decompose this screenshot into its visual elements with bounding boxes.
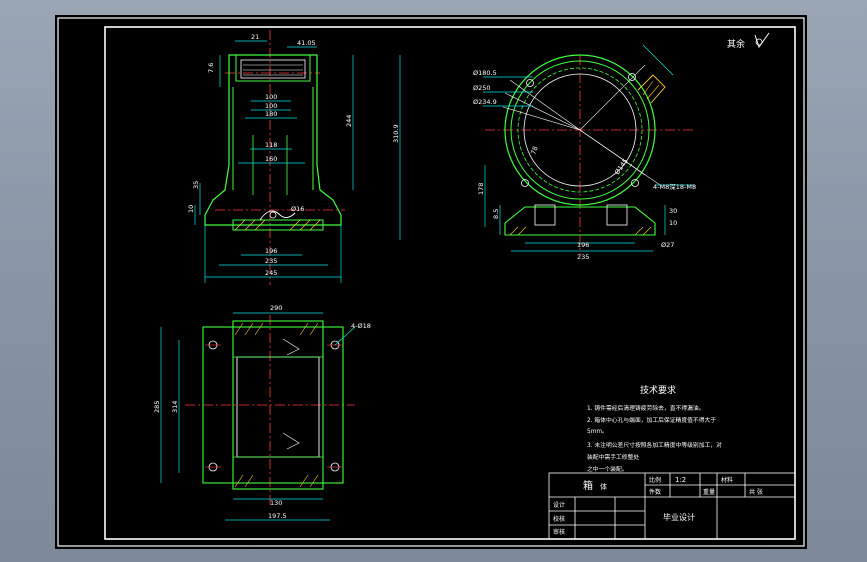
dim-10: 10	[187, 205, 195, 213]
top-hole-callout: 4-Ø18	[351, 322, 371, 330]
dim-160: 160	[265, 155, 277, 163]
dim-30: 30	[669, 207, 677, 215]
dim-100b: 100	[265, 102, 277, 110]
weight-label: 重量	[703, 488, 715, 496]
sheet-label: 共 张	[749, 488, 763, 496]
cad-drawing-sheet: 其余 21 41.05 7.6 100 100 180 118 160 244 …	[57, 17, 805, 547]
material-label: 材料	[721, 476, 733, 484]
scale-value: 1:2	[675, 476, 686, 484]
tech-line: 之中一个装配。	[587, 465, 628, 473]
scale-label: 比例	[649, 476, 661, 484]
dim-10-side: 10	[669, 219, 677, 227]
dim-235: 235	[265, 257, 277, 265]
dim-314: 314	[171, 401, 179, 413]
tech-line: 1. 铸件需经后清理铸疲劳除去，直不得漏油。	[587, 404, 705, 412]
dim-phi250: Ø250	[473, 84, 491, 92]
dim-phi180-5: Ø180.5	[473, 69, 497, 77]
dim-244: 244	[345, 115, 353, 127]
dim-35: 35	[192, 181, 200, 189]
review-label: 审核	[553, 528, 565, 536]
dim-197-5: 197.5	[268, 512, 287, 520]
dim-285: 285	[153, 401, 161, 413]
dim-196-side: 196	[577, 241, 589, 249]
check-label: 校核	[553, 515, 565, 523]
dim-235-side: 235	[577, 253, 589, 261]
drawing-viewport[interactable]: 其余 21 41.05 7.6 100 100 180 118 160 244 …	[55, 15, 807, 549]
dim-245: 245	[265, 269, 277, 277]
part-name: 箱	[583, 479, 593, 492]
dim-310-9: 310.9	[392, 124, 400, 143]
qty-label: 件数	[649, 488, 661, 496]
tech-line: 3. 未注明公差尺寸按照各加工精度中等级别加工，对	[587, 441, 722, 449]
project-name: 毕业设计	[663, 512, 695, 522]
dim-178: 178	[477, 183, 485, 195]
dim-196: 196	[265, 247, 277, 255]
dim-phi16: Ø16	[291, 205, 304, 213]
dim-8-5: 8.5	[492, 209, 500, 219]
dim-118: 118	[265, 141, 277, 149]
dim-100a: 100	[265, 93, 277, 101]
dim-78: 78	[529, 145, 539, 156]
dim-41-05: 41.05	[297, 39, 316, 47]
dim-130: 130	[270, 499, 282, 507]
dim-phi234-9: Ø234.9	[473, 98, 497, 106]
dim-phi27: Ø27	[661, 241, 674, 249]
dim-180: 180	[265, 110, 277, 118]
dim-7-6: 7.6	[207, 63, 215, 73]
dim-21: 21	[251, 33, 259, 41]
top-view	[185, 315, 355, 505]
roughness-note: 其余	[727, 38, 745, 50]
tech-line: 5mm。	[587, 429, 608, 435]
tech-title: 技术要求	[640, 384, 676, 396]
design-label: 设计	[553, 501, 565, 509]
side-view	[485, 54, 695, 255]
tech-line: 2. 箱体中心孔与端面，加工后保证精度值不得大于	[587, 416, 716, 424]
inner-frame	[104, 26, 796, 540]
outer-frame	[57, 17, 805, 547]
tech-line: 装配中需手工修整处	[587, 453, 639, 461]
dim-290: 290	[270, 304, 282, 312]
part-note: 体	[600, 482, 607, 491]
side-hole-callout: 4-M8深18-M8	[653, 182, 696, 191]
